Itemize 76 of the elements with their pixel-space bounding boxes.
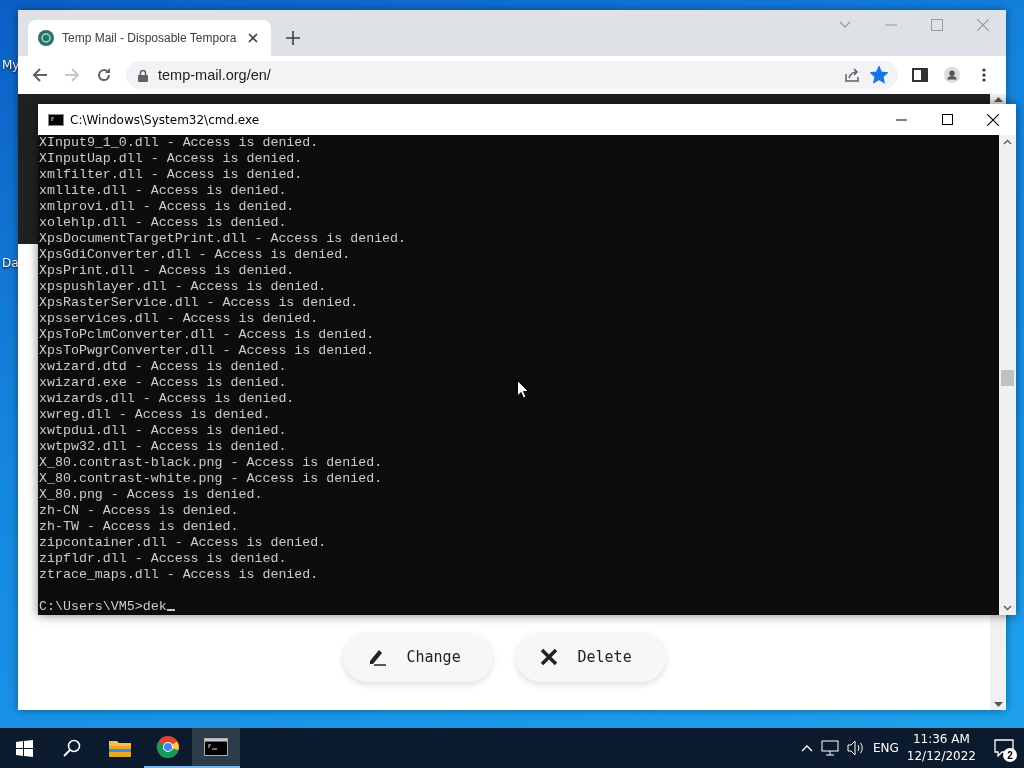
console-line: XpsDocumentTargetPrint.dll - Access is denied. (39, 231, 407, 247)
console-line: xolehlp.dll - Access is denied. (39, 215, 287, 231)
message-icon (994, 739, 1014, 757)
console-line: zipcontainer.dll - Access is denied. (39, 535, 327, 551)
lock-icon (138, 68, 148, 82)
menu-icon (982, 67, 986, 83)
chevron-down-icon (1003, 605, 1012, 611)
volume-icon[interactable] (846, 740, 865, 756)
console-line: X_80.png - Access is denied. (39, 487, 263, 503)
site-logo-icon (38, 30, 54, 46)
network-icon[interactable] (820, 740, 839, 756)
console-line: xwtpw32.dll - Access is denied. (39, 439, 287, 455)
language-indicator[interactable]: ENG (872, 741, 899, 755)
person-icon (944, 66, 960, 84)
maximize-icon (941, 114, 953, 125)
console-line: XpsPrint.dll - Access is denied. (39, 263, 295, 279)
console-line: xwreg.dll - Access is denied. (39, 407, 271, 423)
console-line: XInput9_1_0.dll - Access is denied. (39, 135, 319, 151)
console-line: xwizard.exe - Access is denied. (39, 375, 287, 391)
console-line: zipfldr.dll - Access is denied. (39, 551, 287, 567)
terminal-icon (48, 113, 64, 126)
minimize-icon (895, 118, 907, 121)
console-line: X_80.contrast-white.png - Access is denied. (39, 471, 383, 487)
notification-button[interactable]: 2 (984, 728, 1024, 768)
desktop-icon-label: My (2, 58, 20, 72)
desktop-icon-label: Da (2, 256, 19, 270)
triangle-up-icon (993, 96, 1003, 102)
maximize-icon (931, 19, 943, 31)
console-line: xmlfilter.dll - Access is denied. (39, 167, 303, 183)
console-line: xwizards.dll - Access is denied. (39, 391, 295, 407)
taskbar-app-button[interactable] (192, 728, 240, 768)
address-bar[interactable]: temp-mail.org/en/ (126, 61, 898, 89)
console-line: xwizard.dtd - Access is denied. (39, 359, 287, 375)
close-icon (539, 648, 558, 666)
console-line: XpsToPwgrConverter.dll - Access is denied. (39, 343, 375, 359)
change-button[interactable]: Change (342, 632, 493, 682)
back-arrow-icon (32, 67, 48, 83)
chevron-up-icon (1003, 139, 1012, 145)
chevron-down-icon (839, 21, 851, 29)
console-line: xmlprovi.dll - Access is denied. (39, 199, 295, 215)
browser-tab[interactable]: Temp Mail - Disposable Tempora (28, 20, 271, 56)
minimize-icon (885, 24, 897, 26)
share-icon[interactable] (844, 67, 860, 83)
chrome-icon (156, 735, 180, 759)
search-icon (63, 739, 81, 757)
console-line: xwtpdui.dll - Access is denied. (39, 423, 287, 439)
windows-logo-icon (15, 739, 33, 757)
plus-icon (284, 30, 301, 46)
close-icon (977, 19, 989, 31)
console-line: xpsservices.dll - Access is denied. (39, 311, 319, 327)
console-line: XInputUap.dll - Access is denied. (39, 151, 303, 167)
console-line: zh-CN - Access is denied. (39, 503, 239, 519)
window-title: C:\Windows\System32\cmd.exe (70, 112, 260, 127)
forward-arrow-icon (64, 67, 80, 83)
clock[interactable]: 11:36 AM 12/12/2022 (898, 731, 984, 765)
console-line: ztrace_maps.dll - Access is denied. (39, 567, 319, 583)
command-prompt[interactable]: C:\Users\VM5>dek (39, 599, 175, 615)
chevron-up-icon[interactable] (800, 744, 813, 752)
folder-icon (108, 738, 132, 758)
console-line: XpsGdiConverter.dll - Access is denied. (39, 247, 351, 263)
bookmark-star-icon[interactable] (870, 66, 888, 84)
console-line: XpsToPclmConverter.dll - Access is denied. (39, 327, 375, 343)
terminal-icon (204, 738, 228, 756)
console-line: xmllite.dll - Access is denied. (39, 183, 287, 199)
mouse-pointer-icon (517, 380, 529, 399)
scrollbar-thumb[interactable] (1001, 370, 1014, 386)
console-line: XpsRasterService.dll - Access is denied. (39, 295, 359, 311)
side-panel-icon (912, 67, 928, 83)
close-icon (987, 113, 999, 126)
reload-icon (96, 67, 112, 83)
delete-button[interactable]: Delete (515, 632, 666, 682)
console-line: xpspushlayer.dll - Access is denied. (39, 279, 327, 295)
notification-count: 2 (1003, 748, 1017, 762)
triangle-down-icon (993, 702, 1003, 708)
console-line: zh-TW - Access is denied. (39, 519, 239, 535)
console-line: X_80.contrast-black.png - Access is denied. (39, 455, 383, 471)
